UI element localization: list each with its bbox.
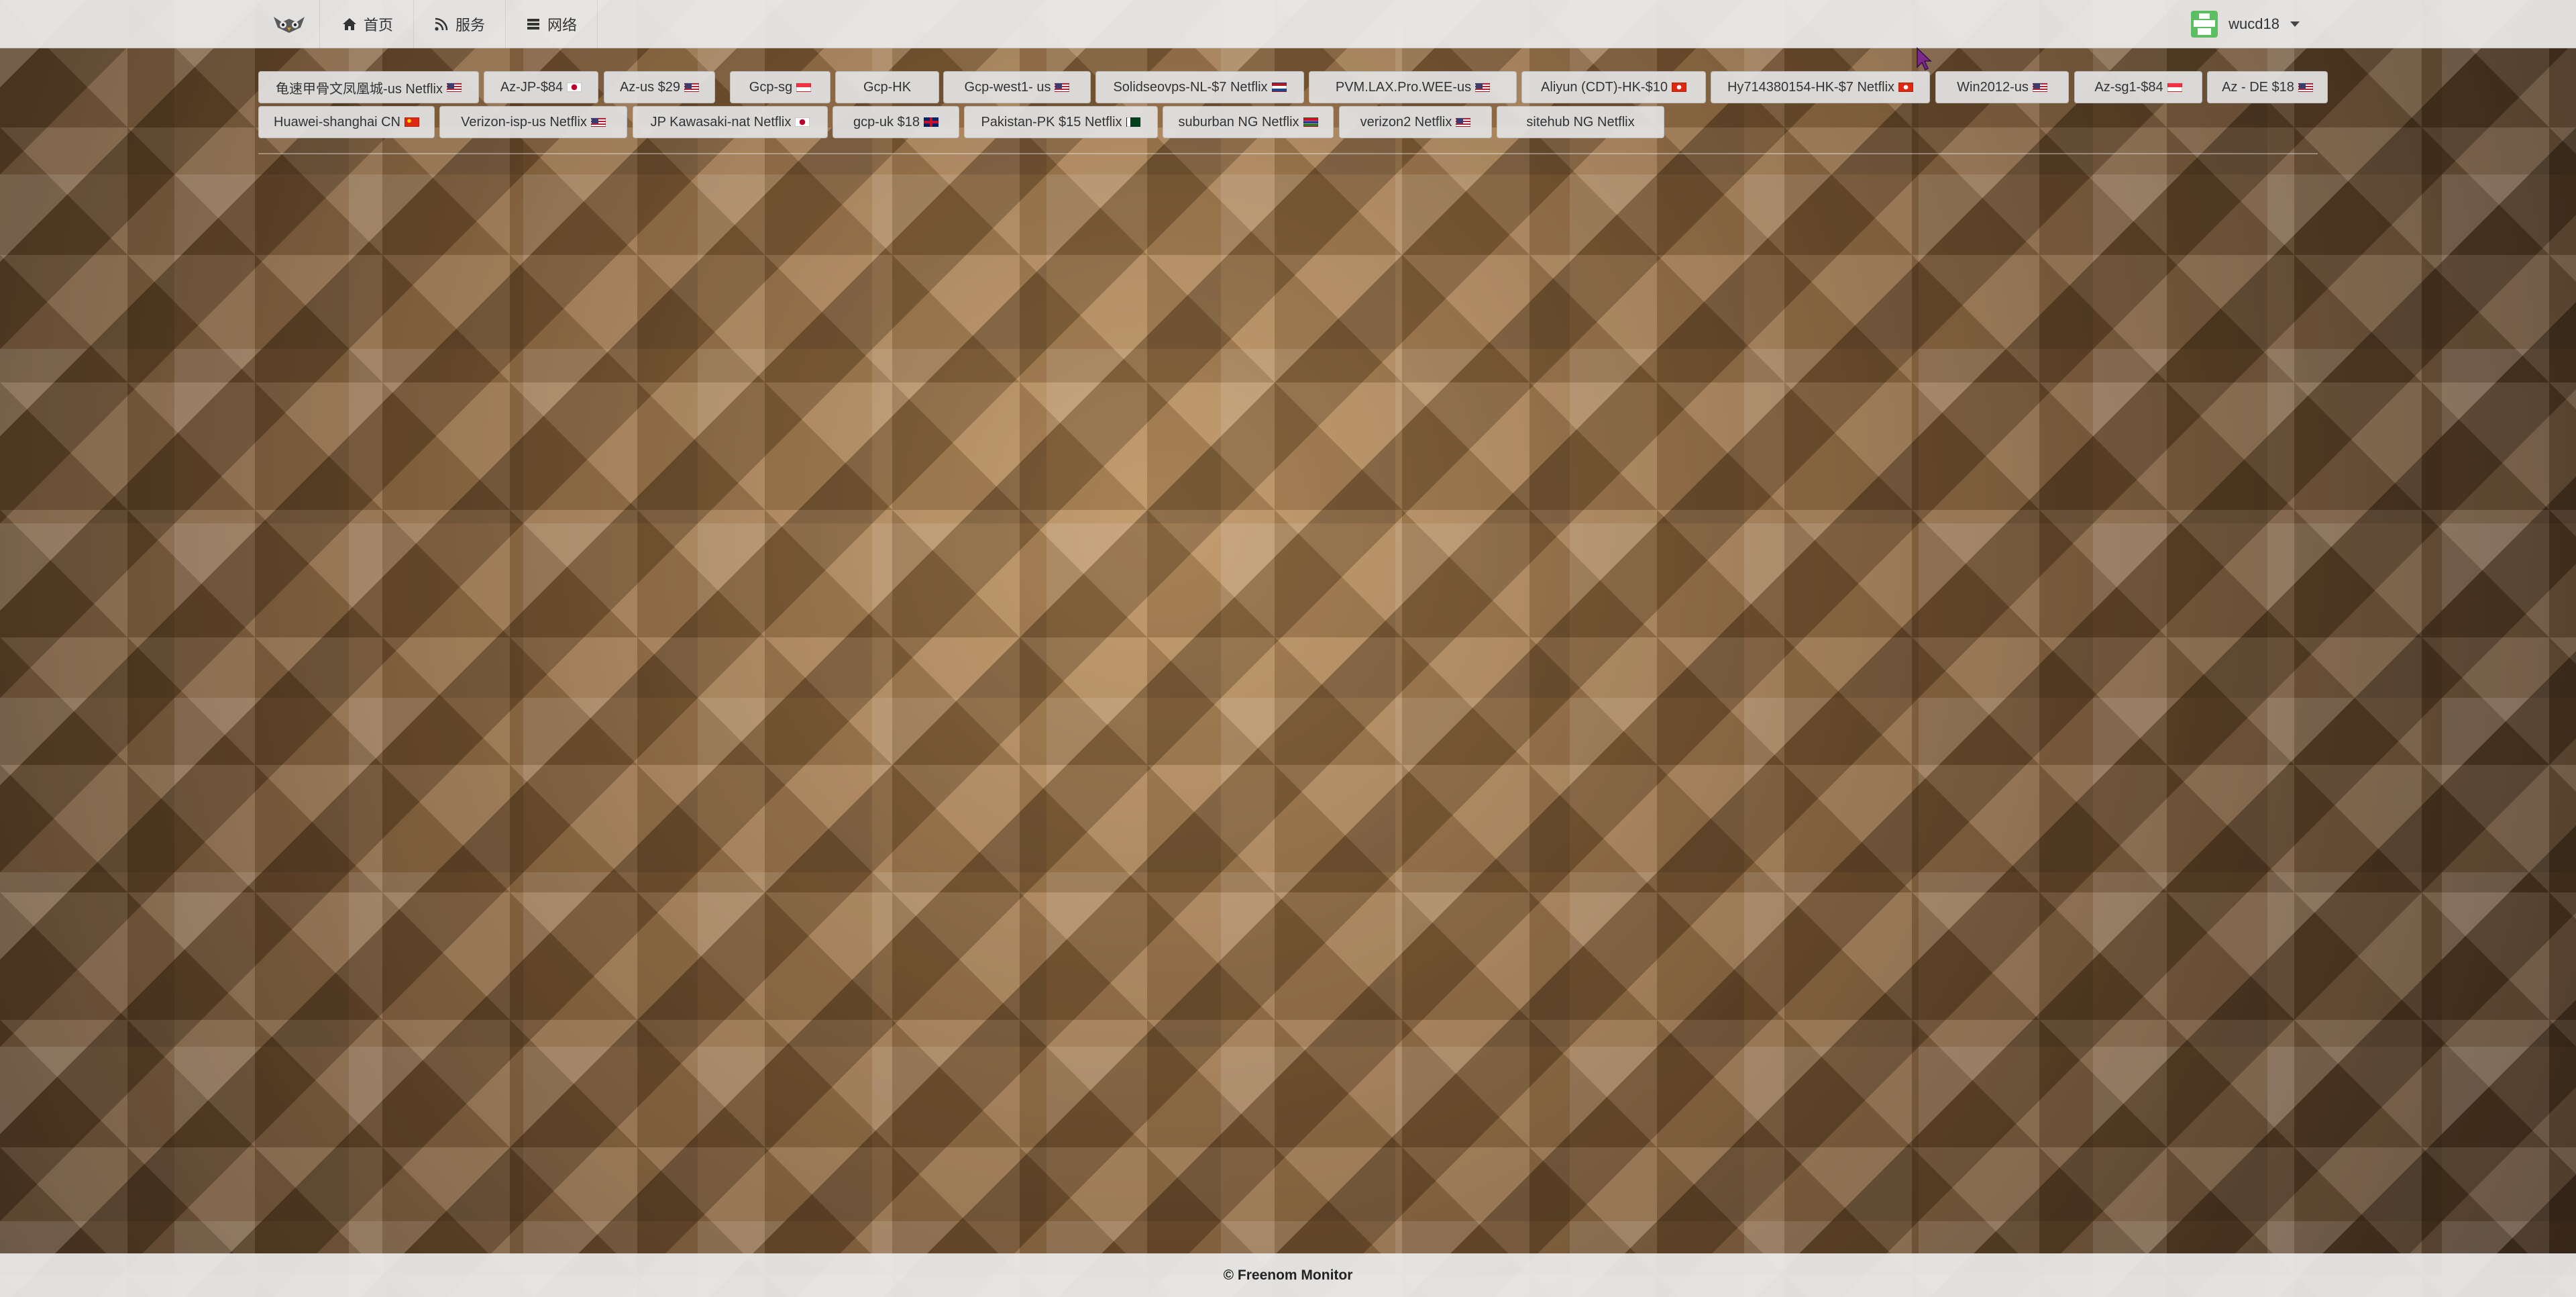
server-tag-label: Pakistan-PK $15 Netflix bbox=[981, 114, 1122, 129]
server-tag[interactable]: Win2012-us bbox=[1935, 71, 2069, 103]
us-flag-icon bbox=[1055, 83, 1070, 92]
server-tag-label: verizon2 Netflix bbox=[1360, 114, 1452, 129]
server-tag[interactable]: 龟速甲骨文凤凰城-us Netflix bbox=[258, 71, 479, 103]
server-tag-label: Hy714380154-HK-$7 Netflix bbox=[1727, 79, 1895, 95]
server-tag-label: Win2012-us bbox=[1957, 79, 2029, 95]
server-tag-label: Solidseovps-NL-$7 Netflix bbox=[1113, 79, 1268, 95]
server-tag-label: Az - DE $18 bbox=[2222, 79, 2294, 95]
rss-icon bbox=[435, 17, 448, 31]
server-tag[interactable]: Gcp-west1- us bbox=[943, 71, 1091, 103]
page-footer: © Freenom Monitor bbox=[0, 1253, 2576, 1297]
server-tag-label: Az-us $29 bbox=[619, 79, 681, 95]
jp-flag-icon bbox=[567, 83, 582, 92]
caret-down-icon bbox=[2290, 21, 2300, 27]
server-tag[interactable]: JP Kawasaki-nat Netflix bbox=[633, 106, 828, 138]
user-avatar-icon bbox=[2191, 11, 2218, 38]
owl-logo-icon bbox=[273, 17, 305, 33]
top-navbar: 首页 服务 网络 wucd18 bbox=[0, 0, 2576, 48]
gb-flag-icon bbox=[923, 117, 938, 127]
brand-logo[interactable] bbox=[258, 0, 320, 48]
mouse-cursor-icon bbox=[1917, 47, 1932, 71]
us-flag-icon bbox=[1475, 83, 1491, 92]
footer-text: © Freenom Monitor bbox=[1223, 1267, 1353, 1283]
server-tag-label: Az-sg1-$84 bbox=[2094, 79, 2163, 95]
server-tag-label: suburban NG Netflix bbox=[1178, 114, 1299, 129]
hk-flag-icon bbox=[1671, 83, 1686, 92]
server-tags: 龟速甲骨文凤凰城-us Netflix Az-JP-$84 Az-us $29 … bbox=[258, 70, 2328, 154]
hk-flag-icon bbox=[1898, 83, 1914, 92]
server-tag[interactable]: Hy714380154-HK-$7 Netflix bbox=[1711, 71, 1930, 103]
server-tag-label: Gcp-HK bbox=[863, 79, 912, 95]
server-tag[interactable]: Solidseovps-NL-$7 Netflix bbox=[1095, 71, 1304, 103]
us-flag-icon bbox=[1456, 117, 1471, 127]
server-tag-label: Verizon-isp-us Netflix bbox=[461, 114, 587, 129]
nl-flag-icon bbox=[1271, 83, 1287, 92]
sg-flag-icon bbox=[2167, 83, 2182, 92]
server-tag-label: 龟速甲骨文凤凰城-us Netflix bbox=[276, 81, 443, 97]
server-tag[interactable]: Pakistan-PK $15 Netflix bbox=[964, 106, 1158, 138]
server-tag-label: Az-JP-$84 bbox=[500, 79, 564, 95]
nav-item-label: 首页 bbox=[364, 17, 394, 34]
home-icon bbox=[343, 18, 356, 30]
server-tag[interactable]: suburban NG Netflix bbox=[1163, 106, 1334, 138]
nav-item-label: 服务 bbox=[455, 17, 486, 34]
server-tag[interactable]: verizon2 Netflix bbox=[1339, 106, 1492, 138]
us-flag-icon bbox=[684, 83, 700, 92]
server-tag-label: PVM.LAX.Pro.WEE-us bbox=[1335, 79, 1472, 95]
list-icon bbox=[527, 19, 540, 30]
user-menu[interactable]: wucd18 bbox=[2191, 0, 2300, 48]
server-tag[interactable]: Az - DE $18 bbox=[2207, 71, 2328, 103]
server-tag-label: Gcp-sg bbox=[749, 79, 793, 95]
us-flag-icon bbox=[590, 117, 606, 127]
server-tag-label: JP Kawasaki-nat Netflix bbox=[650, 114, 792, 129]
us-flag-icon bbox=[2298, 83, 2313, 92]
nav-item-home[interactable]: 首页 bbox=[322, 0, 415, 48]
username: wucd18 bbox=[2229, 15, 2279, 32]
nav-item-network[interactable]: 网络 bbox=[506, 0, 598, 48]
sg-flag-icon bbox=[796, 83, 812, 92]
server-tag[interactable]: gcp-uk $18 bbox=[833, 106, 959, 138]
nav-item-services[interactable]: 服务 bbox=[414, 0, 506, 48]
pk-flag-icon bbox=[1126, 117, 1141, 127]
server-tag[interactable]: Gcp-sg bbox=[730, 71, 830, 103]
server-tag-label: Aliyun (CDT)-HK-$10 bbox=[1541, 79, 1668, 95]
nav-menu: 首页 服务 网络 bbox=[322, 0, 598, 48]
jp-flag-icon bbox=[795, 117, 810, 127]
server-tag[interactable]: Verizon-isp-us Netflix bbox=[439, 106, 627, 138]
cn-flag-icon bbox=[404, 117, 419, 127]
server-tag-label: sitehub NG Netflix bbox=[1526, 114, 1635, 129]
server-tag[interactable]: sitehub NG Netflix bbox=[1497, 106, 1664, 138]
server-tag[interactable]: Az-JP-$84 bbox=[484, 71, 598, 103]
server-tag[interactable]: Az-us $29 bbox=[604, 71, 715, 103]
server-tag-label: Gcp-west1- us bbox=[964, 79, 1051, 95]
server-tag[interactable]: Gcp-HK bbox=[835, 71, 939, 103]
nav-item-label: 网络 bbox=[547, 17, 578, 34]
server-tag[interactable]: Az-sg1-$84 bbox=[2074, 71, 2202, 103]
server-tag[interactable]: Huawei-shanghai CN bbox=[258, 106, 435, 138]
gm-flag-icon bbox=[1303, 117, 1318, 127]
server-tag-label: Huawei-shanghai CN bbox=[274, 114, 400, 129]
server-tag[interactable]: Aliyun (CDT)-HK-$10 bbox=[1521, 71, 1706, 103]
server-tag-label: gcp-uk $18 bbox=[853, 114, 920, 129]
us-flag-icon bbox=[2032, 83, 2047, 92]
server-tag[interactable]: PVM.LAX.Pro.WEE-us bbox=[1309, 71, 1517, 103]
us-flag-icon bbox=[446, 83, 462, 92]
